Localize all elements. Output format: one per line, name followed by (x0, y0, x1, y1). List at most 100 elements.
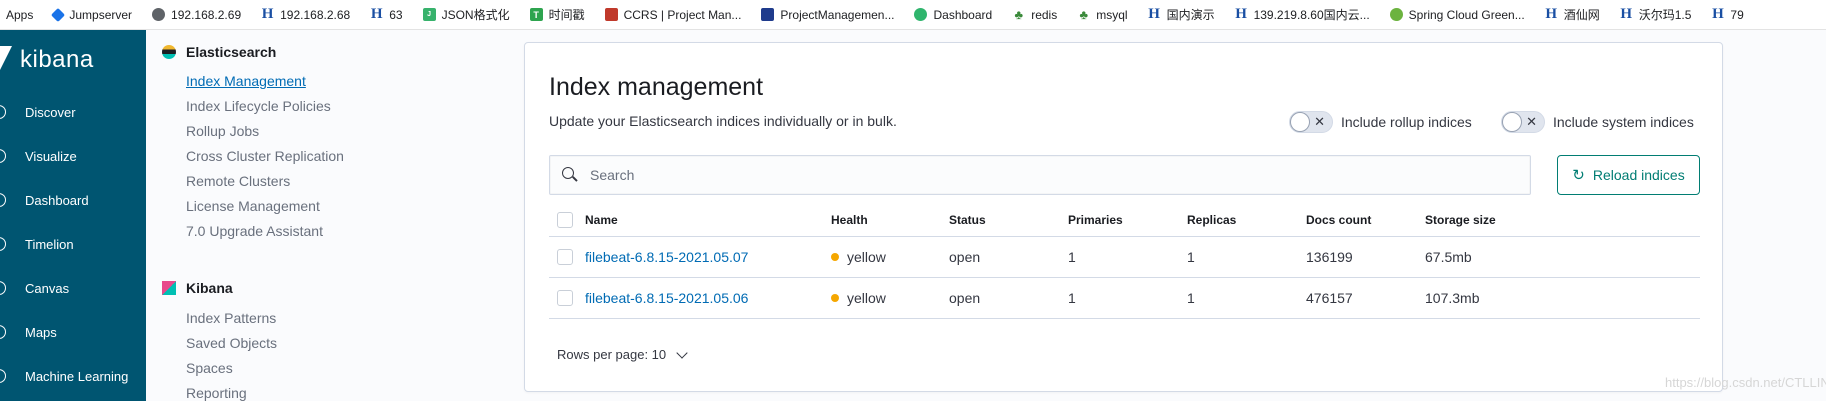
health-dot-icon (831, 294, 839, 302)
nav-visualize[interactable]: Visualize (0, 134, 146, 178)
bookmark-139-219-8-60[interactable]: H 139.219.8.60国内云... (1235, 6, 1370, 23)
h-icon: H (1545, 6, 1558, 22)
index-name-link[interactable]: filebeat-6.8.15-2021.05.07 (585, 249, 748, 265)
rollup-switch[interactable]: ✕ (1289, 111, 1333, 133)
bookmark-spring-cloud[interactable]: Spring Cloud Green... (1389, 7, 1525, 22)
toggle-rollup-indices[interactable]: ✕ Include rollup indices (1289, 111, 1472, 133)
sidebar-item-rollup-jobs[interactable]: Rollup Jobs (186, 123, 259, 139)
bookmark-label: 192.168.2.69 (171, 7, 242, 22)
index-name-link[interactable]: filebeat-6.8.15-2021.05.06 (585, 290, 748, 306)
search-icon (562, 167, 578, 183)
column-header-storage-size[interactable]: Storage size (1425, 203, 1496, 236)
bookmark-label: 139.219.8.60国内云... (1253, 8, 1370, 22)
nav-canvas[interactable]: Canvas (0, 266, 146, 310)
bookmark-192-168-2-69[interactable]: 192.168.2.69 (152, 8, 241, 22)
canvas-icon (0, 281, 6, 295)
health-text: yellow (847, 249, 886, 265)
sidebar-item-index-lifecycle-policies[interactable]: Index Lifecycle Policies (186, 98, 331, 114)
select-all-checkbox[interactable] (557, 211, 573, 228)
nav-dashboard[interactable]: Dashboard (0, 178, 146, 222)
bookmark-label: 酒仙网 (1563, 8, 1600, 22)
bookmark-jiuxian[interactable]: H 酒仙网 (1545, 6, 1600, 23)
bookmark-label: Jumpserver (69, 7, 133, 22)
jumpserver-icon (51, 7, 66, 22)
nav-timelion[interactable]: Timelion (0, 222, 146, 266)
column-header-replicas[interactable]: Replicas (1187, 203, 1236, 236)
bookmark-63[interactable]: H 63 (370, 6, 403, 22)
docs-count-cell: 476157 (1306, 290, 1353, 306)
kibana-logo-text: kibana (20, 46, 94, 73)
nav-label: Visualize (25, 148, 77, 164)
toggle-label: Include system indices (1553, 114, 1694, 130)
page-title: Index management (549, 73, 764, 101)
bookmark-redis[interactable]: ♣ redis (1012, 7, 1057, 22)
kibana-logo[interactable]: kibana (0, 30, 146, 90)
reload-indices-button[interactable]: ↻ Reload indices (1557, 155, 1700, 195)
reload-label: Reload indices (1592, 167, 1685, 183)
visualize-icon (0, 149, 6, 163)
kibana-icon (162, 281, 176, 295)
switch-knob (1502, 112, 1522, 132)
bookmark-jumpserver[interactable]: Jumpserver (51, 7, 133, 22)
column-header-primaries[interactable]: Primaries (1068, 203, 1123, 236)
health-cell: yellow (831, 237, 886, 277)
nav-discover[interactable]: Discover (0, 90, 146, 134)
health-text: yellow (847, 290, 886, 306)
sidebar-item-index-patterns[interactable]: Index Patterns (186, 310, 276, 326)
indices-table: Name Health Status Primaries Replicas Do… (549, 203, 1700, 319)
sidebar-item-upgrade-assistant[interactable]: 7.0 Upgrade Assistant (186, 223, 323, 239)
search-input[interactable] (590, 167, 1490, 183)
toggle-system-indices[interactable]: ✕ Include system indices (1501, 111, 1694, 133)
close-icon: ✕ (1314, 114, 1325, 129)
section-elasticsearch: Elasticsearch (162, 44, 276, 60)
bookmark-walmart[interactable]: H 沃尔玛1.5 (1620, 6, 1691, 23)
bookmark-msyql[interactable]: ♣ msyql (1077, 7, 1127, 22)
bookmark-dashboard[interactable]: Dashboard (914, 8, 992, 22)
row-checkbox[interactable] (557, 290, 573, 306)
search-box[interactable] (549, 155, 1531, 195)
column-header-docs-count[interactable]: Docs count (1306, 203, 1371, 236)
sidebar-item-license-management[interactable]: License Management (186, 198, 320, 214)
nav-machine-learning[interactable]: Machine Learning (0, 354, 146, 398)
sidebar-item-cross-cluster-replication[interactable]: Cross Cluster Replication (186, 148, 344, 164)
primaries-cell: 1 (1068, 249, 1076, 265)
rows-per-page-selector[interactable]: Rows per page: 10 (557, 346, 688, 362)
sidebar-item-reporting[interactable]: Reporting (186, 385, 247, 401)
column-header-health[interactable]: Health (831, 203, 868, 236)
system-switch[interactable]: ✕ (1501, 111, 1545, 133)
nav-label: Timelion (25, 236, 74, 252)
bookmark-apps[interactable]: Apps (6, 8, 33, 22)
machine-learning-icon (0, 369, 6, 383)
kibana-logo-icon (0, 46, 12, 74)
docs-count-cell: 136199 (1306, 249, 1353, 265)
status-cell: open (949, 290, 981, 306)
bookmark-79[interactable]: H 79 (1711, 6, 1744, 22)
bookmark-192-168-2-68[interactable]: H 192.168.2.68 (261, 6, 350, 22)
h-icon: H (1712, 6, 1724, 22)
dashboard-icon (0, 193, 6, 207)
compass-icon (0, 105, 6, 119)
bookmark-ccrs[interactable]: CCRS | Project Man... (604, 8, 741, 22)
replicas-cell: 1 (1187, 249, 1195, 265)
sidebar-item-spaces[interactable]: Spaces (186, 360, 233, 376)
timelion-icon (0, 237, 6, 251)
sidebar-item-remote-clusters[interactable]: Remote Clusters (186, 173, 290, 189)
kibana-nav: kibana Discover Visualize Dashboard Time… (0, 30, 146, 401)
bookmark-json[interactable]: J JSON格式化 (422, 6, 510, 23)
column-header-name[interactable]: Name (585, 203, 618, 236)
sidebar-item-saved-objects[interactable]: Saved Objects (186, 335, 277, 351)
table-row: filebeat-6.8.15-2021.05.07 yellow open 1… (549, 237, 1700, 278)
watermark: https://blog.csdn.net/CTLLIN (1665, 375, 1826, 390)
index-management-panel: Index management Update your Elasticsear… (524, 42, 1723, 392)
bookmark-domestic-demo[interactable]: H 国内演示 (1148, 6, 1214, 23)
bookmark-timestamp[interactable]: T 时间戳 (529, 6, 585, 23)
row-checkbox[interactable] (557, 249, 573, 265)
nav-maps[interactable]: Maps (0, 310, 146, 354)
chevron-down-icon (676, 346, 688, 359)
replicas-cell: 1 (1187, 290, 1195, 306)
bookmark-label: Spring Cloud Green... (1408, 7, 1525, 22)
bookmark-project-management[interactable]: ProjectManagemen... (761, 8, 894, 22)
sidebar-item-index-management[interactable]: Index Management (186, 73, 306, 89)
column-header-status[interactable]: Status (949, 203, 986, 236)
pm-icon (761, 8, 775, 21)
